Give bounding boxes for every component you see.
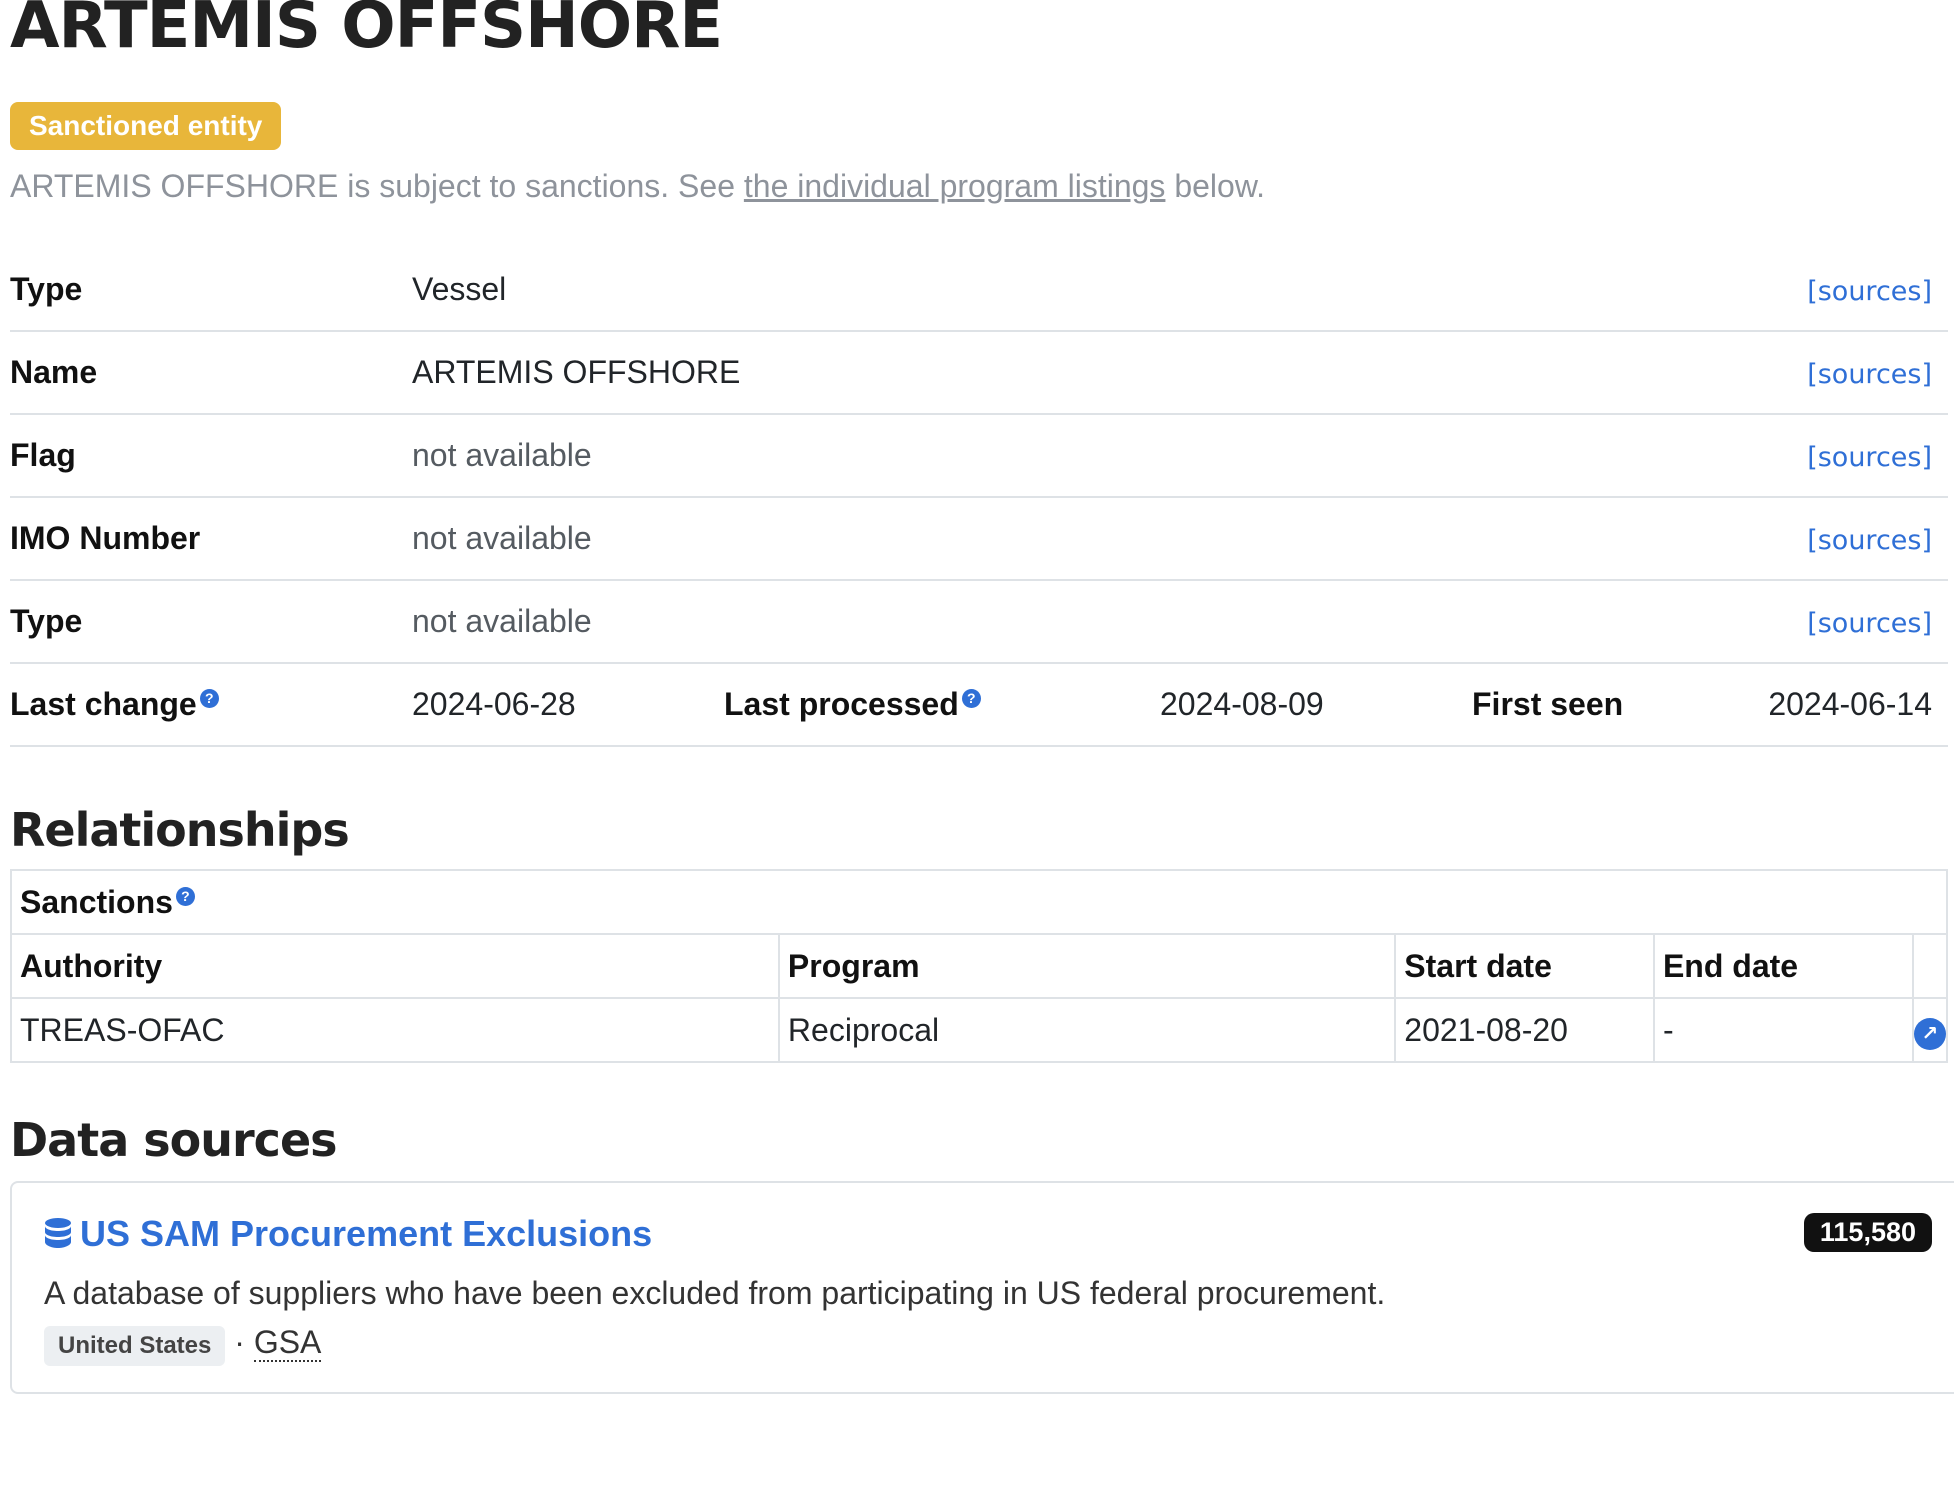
sanctioned-badge: Sanctioned entity [10,102,282,150]
publisher-abbr: GSA [253,1324,322,1362]
last-change-label: Last change? [10,663,412,747]
property-value: Vessel [412,249,1722,332]
page: ARTEMIS OFFSHORE Sanctioned entity ARTEM… [0,0,1954,1394]
sanctions-caption: Sanctions? [10,869,1948,935]
property-row: Type Vessel [sources] [10,249,1948,332]
database-icon [44,1217,72,1259]
property-key: Type [10,249,412,332]
property-key: IMO Number [10,497,412,581]
page-title: ARTEMIS OFFSHORE [10,0,723,63]
help-icon[interactable]: ? [199,689,219,709]
column-header-link [1911,933,1949,999]
data-source-card: US SAM Procurement Exclusions 115,580 A … [10,1181,1954,1394]
property-sources-cell: [sources] [1722,331,1948,415]
last-processed-label: Last processed? [724,663,1160,747]
table-row: TREAS-OFAC Reciprocal 2021-08-20 - ↗ [10,997,1949,1063]
data-source-meta: United States · GSA [44,1324,1946,1366]
summary-suffix: below. [1165,168,1266,204]
sources-link[interactable]: [sources] [1807,276,1932,307]
property-sources-cell: [sources] [1722,580,1948,664]
column-header-program: Program [777,933,1397,999]
property-value: not available [412,497,1722,581]
start-date-cell: 2021-08-20 [1394,997,1655,1063]
sources-link[interactable]: [sources] [1807,608,1932,639]
program-cell: Reciprocal [777,997,1397,1063]
sources-link[interactable]: [sources] [1807,359,1932,390]
last-change-value: 2024-06-28 [412,663,724,747]
property-key: Name [10,331,412,415]
help-icon[interactable]: ? [961,689,981,709]
last-processed-value: 2024-08-09 [1160,663,1472,747]
country-tag[interactable]: United States [44,1326,226,1366]
property-key: Type [10,580,412,664]
sources-link[interactable]: [sources] [1807,442,1932,473]
property-value: ARTEMIS OFFSHORE [412,331,1722,415]
data-sources-heading: Data sources [10,1113,338,1167]
first-seen-label: First seen [1472,663,1722,747]
properties-table: Type Vessel [sources] Name ARTEMIS OFFSH… [10,249,1948,747]
property-value: not available [412,414,1722,498]
link-cell: ↗ [1911,997,1949,1063]
column-header-start-date: Start date [1394,933,1655,999]
end-date-cell: - [1652,997,1914,1063]
sanctions-header-row: Authority Program Start date End date [10,933,1949,999]
first-seen-value: 2024-06-14 [1722,663,1948,747]
arrow-up-right-icon[interactable]: ↗ [1913,1017,1946,1050]
property-row: Name ARTEMIS OFFSHORE [sources] [10,331,1948,415]
sanctions-caption-text: Sanctions [20,883,173,920]
program-listings-link[interactable]: the individual program listings [744,168,1166,204]
property-key: Flag [10,414,412,498]
property-row: IMO Number not available [sources] [10,497,1948,581]
help-icon[interactable]: ? [175,886,195,906]
column-header-authority: Authority [10,933,780,999]
relationships-heading: Relationships [10,803,350,857]
column-header-end-date: End date [1652,933,1914,999]
last-change-label-text: Last change [10,686,197,722]
authority-cell: TREAS-OFAC [10,997,780,1063]
dates-row: Last change? 2024-06-28 Last processed? … [10,663,1948,747]
property-row: Type not available [sources] [10,580,1948,664]
entity-summary: ARTEMIS OFFSHORE is subject to sanctions… [10,168,1948,205]
meta-separator: · [234,1324,245,1360]
property-row: Flag not available [sources] [10,414,1948,498]
last-processed-label-text: Last processed [724,686,959,722]
data-source-title[interactable]: US SAM Procurement Exclusions [44,1213,1946,1259]
summary-prefix: ARTEMIS OFFSHORE is subject to sanctions… [10,168,744,204]
property-sources-cell: [sources] [1722,414,1948,498]
data-source-name[interactable]: US SAM Procurement Exclusions [80,1213,652,1254]
sanctions-caption-row: Sanctions? [10,869,1948,935]
sources-link[interactable]: [sources] [1807,525,1932,556]
property-sources-cell: [sources] [1722,497,1948,581]
property-sources-cell: [sources] [1722,249,1948,332]
sanctions-table: Sanctions? Authority Program Start date … [10,869,1949,1063]
entity-count-badge: 115,580 [1803,1213,1932,1252]
property-value: not available [412,580,1722,664]
data-source-description: A database of suppliers who have been ex… [44,1275,1386,1311]
